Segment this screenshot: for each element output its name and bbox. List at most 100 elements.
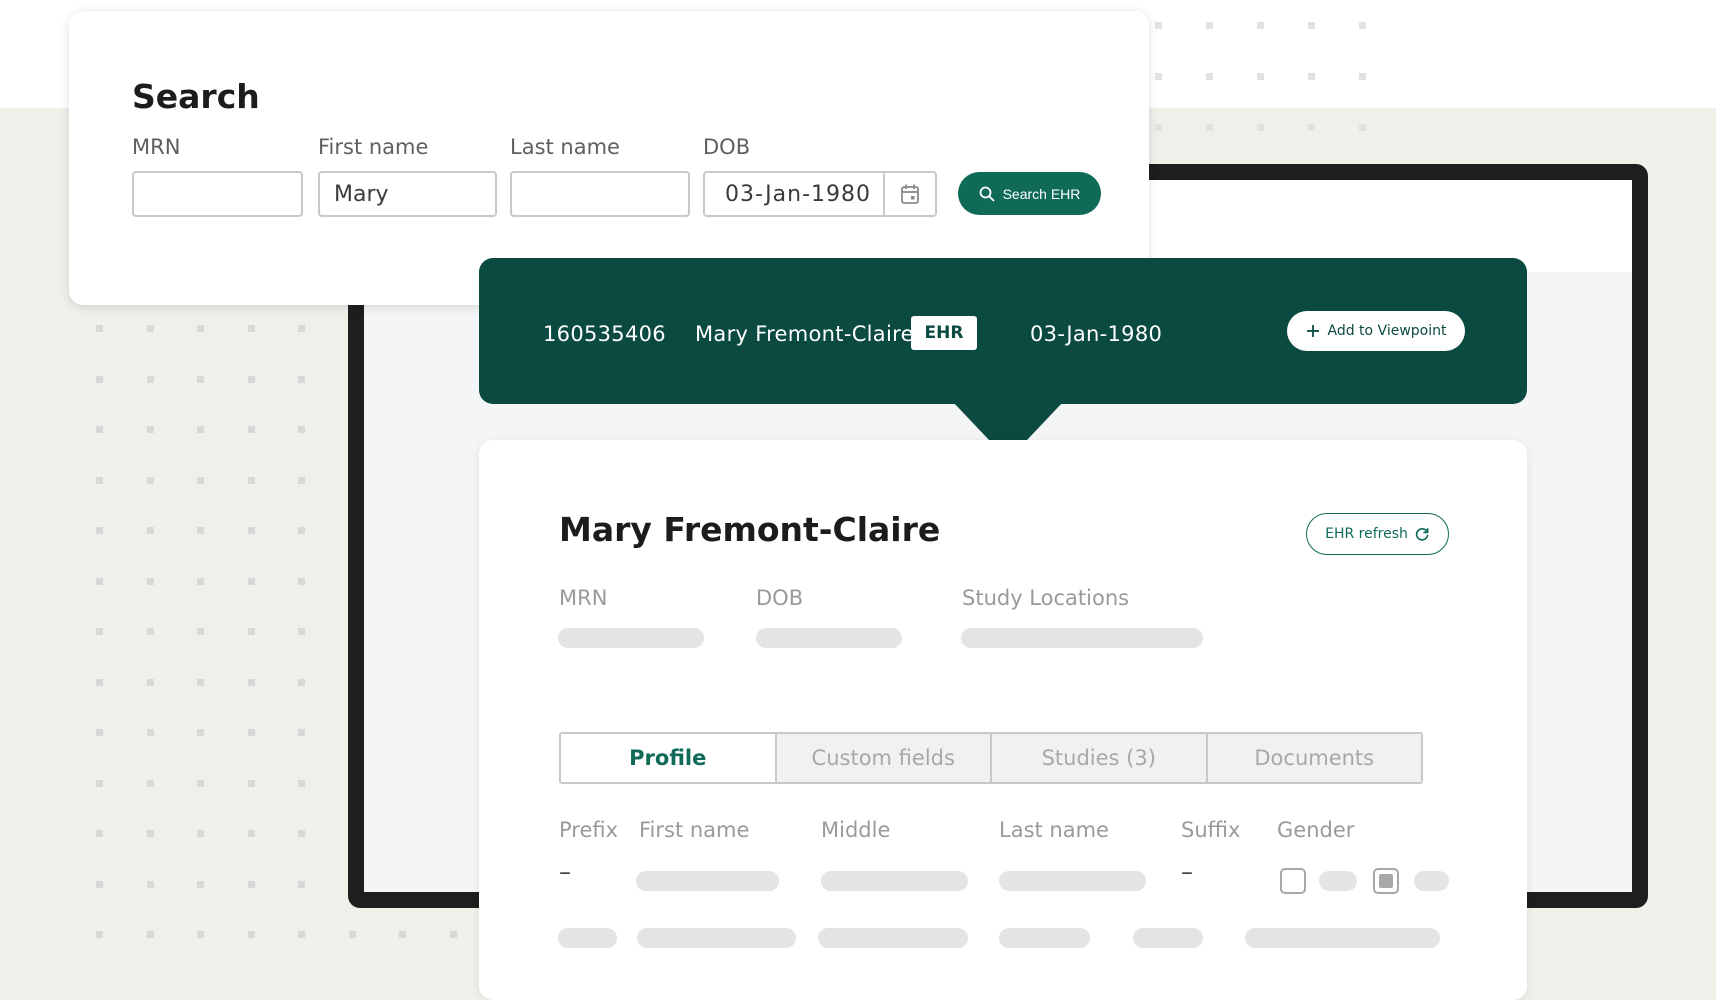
tab-studies[interactable]: Studies (3) xyxy=(990,734,1206,782)
decorative-dot xyxy=(298,426,305,433)
decorative-dot xyxy=(247,779,255,787)
decorative-dot xyxy=(197,779,204,787)
middle-column-label: Middle xyxy=(821,818,891,842)
decorative-dot xyxy=(96,527,103,534)
decorative-dot xyxy=(298,476,305,484)
decorative-dot xyxy=(146,880,154,888)
decorative-dot xyxy=(1308,73,1315,80)
decorative-dot xyxy=(197,678,204,686)
decorative-dot xyxy=(1206,22,1213,29)
decorative-dot xyxy=(247,729,255,736)
meta-mrn-label: MRN xyxy=(559,586,608,610)
decorative-dot xyxy=(1155,124,1162,131)
decorative-dot xyxy=(96,375,103,383)
ehr-source-badge: EHR xyxy=(911,316,977,350)
tab-documents[interactable]: Documents xyxy=(1205,734,1421,782)
last-name-value-placeholder xyxy=(999,871,1146,891)
decorative-dot xyxy=(96,729,103,736)
decorative-dot xyxy=(197,476,204,484)
decorative-dot xyxy=(197,527,204,534)
prefix-value: – xyxy=(559,858,571,886)
decorative-dot xyxy=(96,931,103,938)
row-placeholder xyxy=(637,928,796,948)
decorative-dot xyxy=(1155,22,1162,29)
dob-value-placeholder xyxy=(756,628,902,648)
row-placeholder xyxy=(818,928,968,948)
row-placeholder xyxy=(1133,928,1203,948)
row-placeholder xyxy=(558,928,617,948)
dob-label: DOB xyxy=(703,135,751,159)
mrn-input[interactable] xyxy=(132,171,303,217)
decorative-dot xyxy=(1206,73,1213,80)
search-ehr-button[interactable]: Search EHR xyxy=(958,172,1101,215)
decorative-dot xyxy=(1257,124,1264,131)
ehr-refresh-button[interactable]: EHR refresh xyxy=(1306,513,1449,555)
decorative-dot xyxy=(298,628,305,635)
decorative-dot xyxy=(298,527,305,534)
calendar-button[interactable] xyxy=(882,173,935,215)
decorative-dot xyxy=(247,426,255,433)
last-name-input[interactable] xyxy=(510,171,690,217)
patient-name-heading: Mary Fremont-Claire xyxy=(559,510,941,549)
calendar-icon xyxy=(901,184,919,204)
search-result-banner[interactable]: 160535406 Mary Fremont-Claire EHR 03-Jan… xyxy=(479,258,1527,460)
decorative-dot xyxy=(1359,73,1366,80)
prefix-column-label: Prefix xyxy=(559,818,619,842)
search-icon xyxy=(979,186,994,201)
decorative-dot xyxy=(298,779,305,787)
add-to-viewpoint-label: Add to Viewpoint xyxy=(1327,323,1447,339)
row-placeholder xyxy=(1245,928,1440,948)
first-name-label: First name xyxy=(318,135,429,159)
gender-option-checkbox-selected[interactable] xyxy=(1373,868,1399,894)
decorative-dot xyxy=(146,678,154,686)
first-name-column-label: First name xyxy=(639,818,750,842)
decorative-dot xyxy=(1257,22,1264,29)
decorative-dot xyxy=(146,426,154,433)
decorative-dot xyxy=(146,577,154,585)
gender-option-checkbox[interactable] xyxy=(1280,868,1306,894)
decorative-dot xyxy=(298,577,305,585)
refresh-icon xyxy=(1415,528,1429,541)
decorative-dot xyxy=(247,931,255,938)
decorative-dot xyxy=(197,577,204,585)
decorative-dot xyxy=(96,880,103,888)
first-name-input[interactable]: Mary xyxy=(318,171,497,217)
mrn-value-placeholder xyxy=(558,628,704,648)
result-mrn: 160535406 xyxy=(543,322,666,346)
tab-profile[interactable]: Profile xyxy=(561,734,775,782)
decorative-dot xyxy=(1308,124,1315,131)
decorative-dot xyxy=(197,375,204,383)
decorative-dot xyxy=(96,628,103,635)
study-locations-value-placeholder xyxy=(961,628,1203,648)
decorative-dot xyxy=(146,375,154,383)
decorative-dot xyxy=(197,729,204,736)
search-title: Search xyxy=(132,77,260,116)
patient-tabs: Profile Custom fields Studies (3) Docume… xyxy=(559,732,1423,784)
result-dob: 03-Jan-1980 xyxy=(1030,322,1163,346)
decorative-dot xyxy=(146,628,154,635)
dob-input[interactable]: 03-Jan-1980 xyxy=(703,171,937,217)
decorative-dot xyxy=(247,628,255,635)
ehr-refresh-label: EHR refresh xyxy=(1325,526,1408,542)
gender-column-label: Gender xyxy=(1277,818,1355,842)
decorative-dot xyxy=(146,325,154,332)
decorative-dot xyxy=(146,729,154,736)
plus-icon xyxy=(1306,325,1319,337)
first-name-value-placeholder xyxy=(636,871,779,891)
decorative-dot xyxy=(298,325,305,332)
decorative-dot xyxy=(96,577,103,585)
decorative-dot xyxy=(247,830,255,837)
meta-dob-label: DOB xyxy=(756,586,804,610)
decorative-dot xyxy=(247,375,255,383)
decorative-dot xyxy=(247,880,255,888)
decorative-dot xyxy=(1359,22,1366,29)
decorative-dot xyxy=(96,830,103,837)
add-to-viewpoint-button[interactable]: Add to Viewpoint xyxy=(1287,311,1465,351)
decorative-dot xyxy=(197,880,204,888)
decorative-dot xyxy=(197,325,204,332)
decorative-dot xyxy=(247,476,255,484)
tab-custom-fields[interactable]: Custom fields xyxy=(774,734,990,782)
decorative-dot xyxy=(298,830,305,837)
decorative-dot xyxy=(146,931,154,938)
gender-option-label-placeholder xyxy=(1414,871,1449,891)
